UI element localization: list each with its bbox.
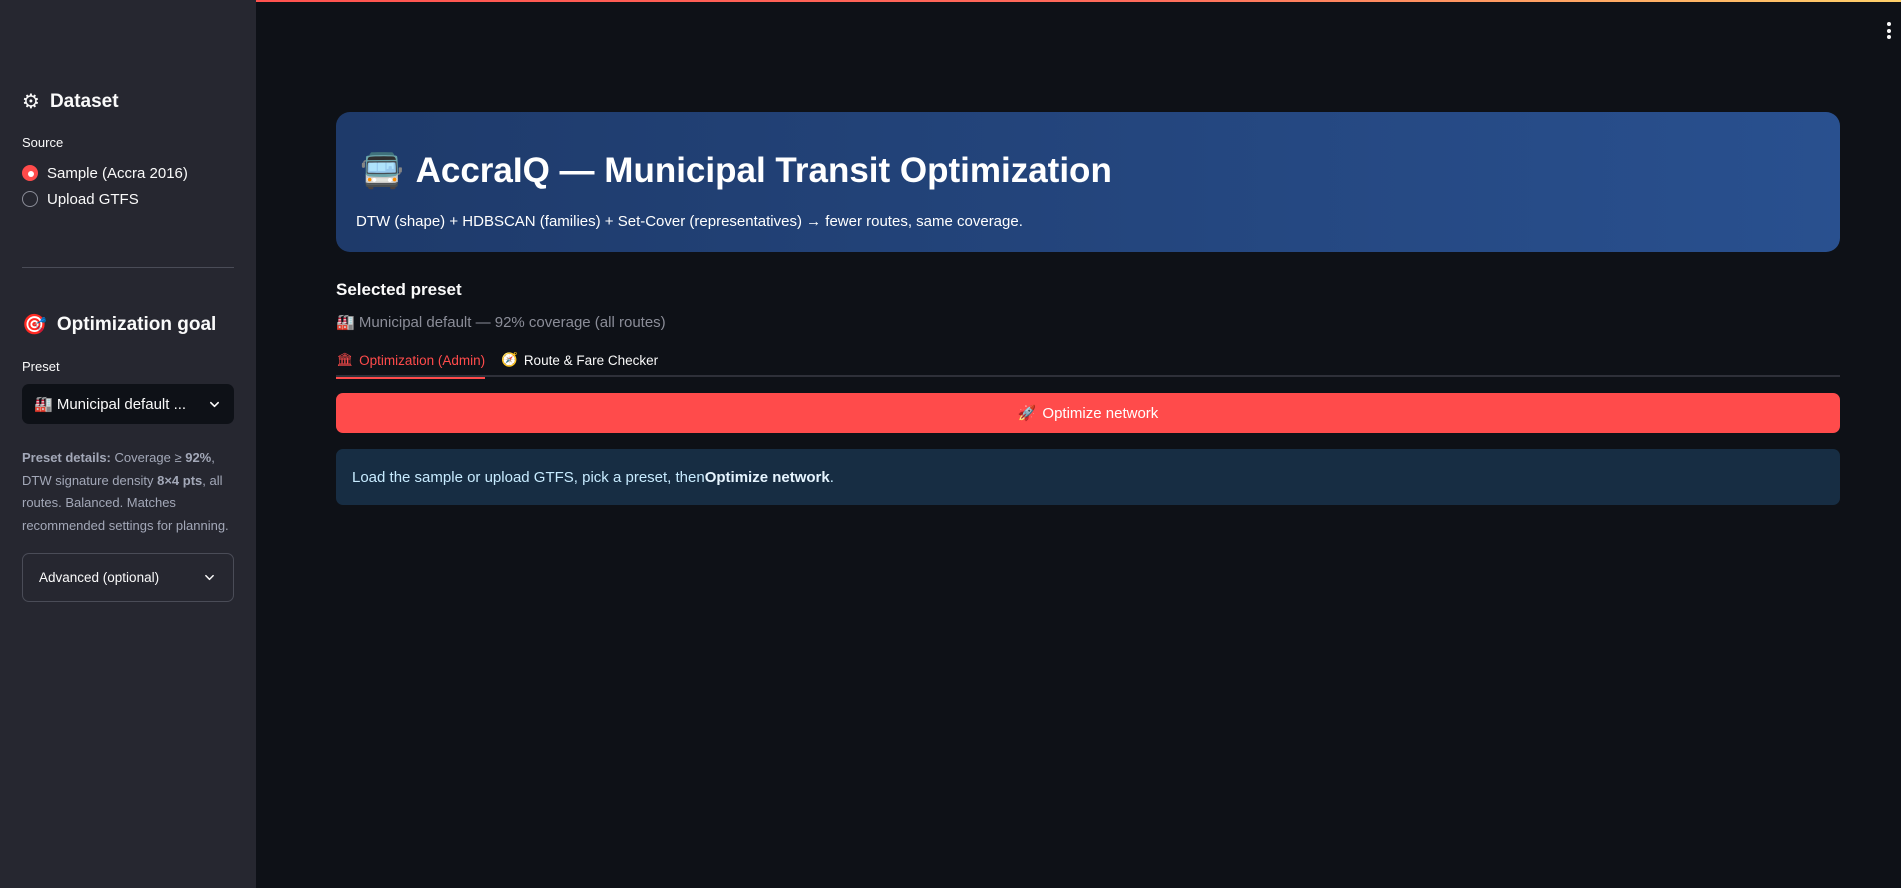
radio-upload-label: Upload GTFS [47, 190, 139, 208]
sidebar: ⚙ Dataset Source Sample (Accra 2016) Upl… [0, 0, 256, 888]
info-text-bold: Optimize network [704, 468, 830, 486]
gear-icon: ⚙ [22, 91, 40, 113]
dataset-section-title: ⚙ Dataset [22, 91, 119, 113]
radio-button-checked[interactable] [22, 165, 38, 181]
radio-sample[interactable]: Sample (Accra 2016) [22, 160, 188, 186]
selected-preset-label: Selected preset [336, 280, 462, 299]
advanced-expander-label: Advanced (optional) [39, 570, 160, 585]
dataset-title: Dataset [49, 91, 119, 112]
bus-icon: 🚍 [360, 151, 404, 190]
selected-preset-value: 🏭 Municipal default — 92% coverage (all … [336, 314, 666, 331]
rocket-icon: 🚀 [1017, 405, 1037, 422]
preset-details-prefix: Preset details: [22, 450, 111, 465]
hero-title: 🚍 AccraIQ — Municipal Transit Optimizati… [360, 150, 1112, 191]
hero-banner: 🚍 AccraIQ — Municipal Transit Optimizati… [336, 112, 1840, 252]
tab-route-fare-label: Route & Fare Checker [523, 352, 659, 368]
top-accent-bar [0, 0, 1901, 2]
classical-building-icon: 🏛 [336, 352, 354, 367]
compass-icon: 🧭 [501, 352, 518, 367]
hero-subtitle: DTW (shape) + HDBSCAN (families) + Set-C… [356, 213, 1023, 230]
sidebar-divider [22, 267, 234, 268]
radio-sample-label: Sample (Accra 2016) [47, 164, 188, 182]
info-text-after: . [829, 468, 834, 486]
chevron-down-icon [205, 574, 214, 581]
optimize-network-label: Optimize network [1042, 404, 1159, 422]
info-text-before: Load the sample or upload GTFS, pick a p… [352, 468, 705, 486]
radio-button[interactable] [22, 191, 38, 207]
preset-details-density: 8×4 pts [157, 472, 203, 488]
preset-details-coverage: 92% [185, 450, 212, 465]
page-title: AccraIQ — Municipal Transit Optimization [415, 150, 1112, 190]
tab-optimization-label: Optimization (Admin) [359, 352, 486, 368]
optimize-network-button[interactable]: 🚀 Optimize network [336, 393, 1840, 433]
tab-bar: 🏛 Optimization (Admin) 🧭 Route & Fare Ch… [336, 342, 1840, 379]
preset-select-value: 🏭 Municipal default ... [34, 396, 187, 413]
preset-details: Preset details: Coverage ≥ 92%, DTW sign… [22, 447, 237, 537]
tab-route-fare-checker[interactable]: 🧭 Route & Fare Checker [501, 346, 658, 374]
radio-upload-gtfs[interactable]: Upload GTFS [22, 186, 139, 212]
preset-select[interactable]: 🏭 Municipal default ... [22, 384, 234, 424]
preset-details-text-1: Coverage ≥ [110, 450, 186, 465]
goal-section-title: 🎯 Optimization goal [22, 314, 216, 336]
source-label: Source [22, 135, 64, 150]
advanced-expander[interactable]: Advanced (optional) [22, 553, 234, 602]
preset-label: Preset [22, 359, 60, 374]
info-alert: Load the sample or upload GTFS, pick a p… [336, 449, 1840, 505]
target-icon: 🎯 [22, 314, 47, 336]
goal-title: Optimization goal [56, 314, 217, 335]
chevron-down-icon [210, 401, 219, 407]
main-menu-icon[interactable] [1887, 22, 1891, 42]
tab-optimization-admin[interactable]: 🏛 Optimization (Admin) [336, 346, 486, 379]
